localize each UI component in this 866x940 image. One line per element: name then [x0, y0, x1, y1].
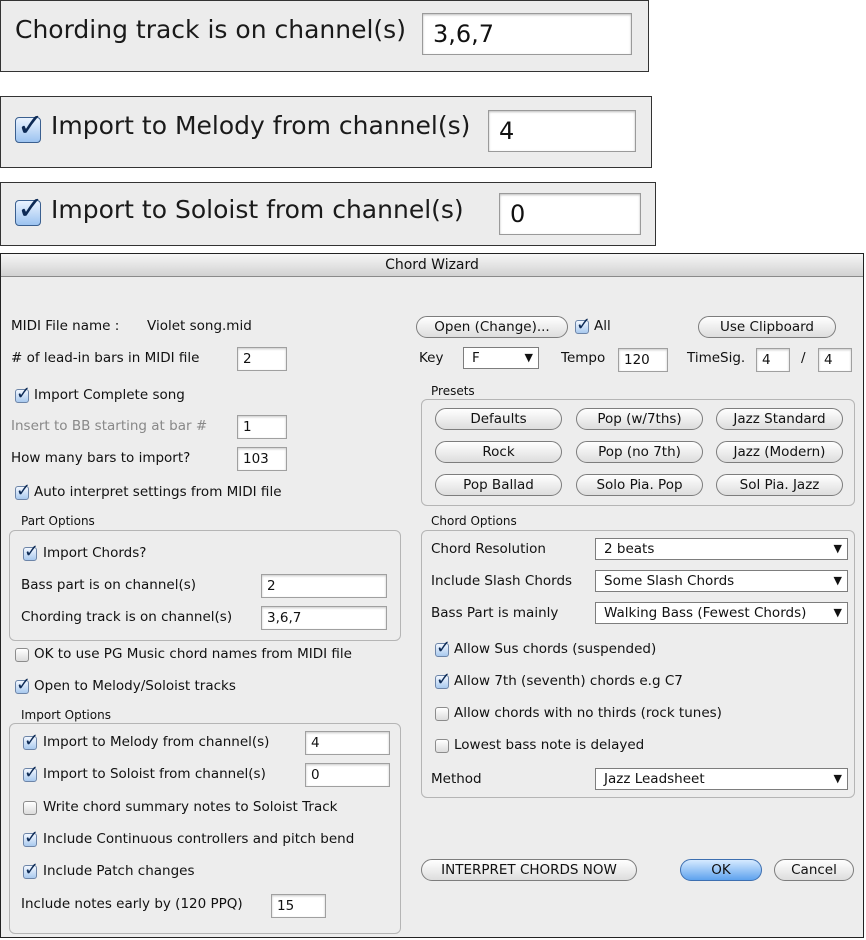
melody-checkbox[interactable]	[23, 730, 39, 751]
ok-pg-label: OK to use PG Music chord names from MIDI…	[34, 646, 352, 662]
sus-label: Allow Sus chords (suspended)	[454, 641, 657, 657]
preset-pop-no7th-button[interactable]: Pop (no 7th)	[576, 441, 703, 463]
melody-label: Import to Melody from channel(s)	[43, 734, 270, 750]
chording-channel-label: Chording track is on channel(s)	[21, 609, 233, 625]
zoom-melody: Import to Melody from channel(s) 4	[0, 96, 652, 168]
preset-sol-pia-jazz-button[interactable]: Sol Pia. Jazz	[716, 474, 843, 496]
timesig-label: TimeSig.	[687, 350, 746, 366]
import-options-title: Import Options	[21, 708, 111, 722]
open-melody-label: Open to Melody/Soloist tracks	[34, 678, 236, 694]
use-clipboard-button[interactable]: Use Clipboard	[698, 316, 836, 338]
key-label: Key	[419, 350, 444, 366]
preset-pop-ballad-button[interactable]: Pop Ballad	[435, 474, 562, 496]
all-label: All	[594, 318, 611, 334]
zoom-melody-field[interactable]: 4	[488, 110, 636, 152]
tempo-input[interactable]: 120	[618, 348, 668, 372]
all-checkbox[interactable]	[575, 314, 591, 335]
preset-pop-7ths-button[interactable]: Pop (w/7ths)	[576, 408, 703, 430]
bass-mainly-select[interactable]: Walking Bass (Fewest Chords)	[595, 602, 848, 624]
soloist-channel-input[interactable]: 0	[305, 763, 390, 787]
patch-label: Include Patch changes	[43, 863, 195, 879]
midi-file-name: Violet song.mid	[147, 318, 252, 334]
continuous-label: Include Continuous controllers and pitch…	[43, 831, 355, 847]
zoom-soloist-field[interactable]: 0	[499, 193, 641, 235]
zoom-chording-label: Chording track is on channel(s)	[15, 15, 406, 44]
import-chords-checkbox[interactable]	[23, 541, 39, 562]
zoom-soloist: Import to Soloist from channel(s) 0	[0, 182, 656, 246]
import-complete-checkbox[interactable]	[15, 383, 31, 404]
cancel-button[interactable]: Cancel	[774, 859, 854, 881]
nothirds-label: Allow chords with no thirds (rock tunes)	[454, 705, 722, 721]
timesig-num-input[interactable]: 4	[756, 348, 790, 372]
lowest-checkbox[interactable]	[435, 739, 449, 753]
lowest-label: Lowest bass note is delayed	[454, 737, 645, 753]
chord-wizard-dialog: Chord Wizard MIDI File name : Violet son…	[0, 253, 864, 938]
preset-jazz-standard-button[interactable]: Jazz Standard	[716, 408, 843, 430]
leadin-label: # of lead-in bars in MIDI file	[11, 350, 200, 366]
resolution-select[interactable]: 2 beats	[595, 538, 848, 560]
insert-bar-input[interactable]: 1	[237, 415, 287, 439]
zoom-soloist-label: Import to Soloist from channel(s)	[51, 195, 464, 224]
continuous-checkbox[interactable]	[23, 827, 39, 848]
zoom-chording-field[interactable]: 3,6,7	[422, 13, 632, 55]
preset-rock-button[interactable]: Rock	[435, 441, 562, 463]
zoom-soloist-checkbox[interactable]	[15, 189, 44, 227]
key-select[interactable]: F	[463, 347, 539, 369]
soloist-checkbox[interactable]	[23, 762, 39, 783]
howmany-label: How many bars to import?	[11, 450, 191, 466]
method-label: Method	[431, 771, 482, 787]
preset-defaults-button[interactable]: Defaults	[435, 408, 562, 430]
nothirds-checkbox[interactable]	[435, 707, 449, 721]
auto-interpret-label: Auto interpret settings from MIDI file	[34, 484, 282, 500]
presets-group: Defaults Pop (w/7ths) Jazz Standard Rock…	[421, 399, 855, 506]
zoom-melody-checkbox[interactable]	[15, 106, 44, 144]
import-options-group: Import to Melody from channel(s) 4 Impor…	[9, 723, 401, 934]
part-options-title: Part Options	[21, 514, 95, 528]
preset-jazz-modern-button[interactable]: Jazz (Modern)	[716, 441, 843, 463]
patch-checkbox[interactable]	[23, 859, 39, 880]
howmany-input[interactable]: 103	[237, 447, 287, 471]
ok-button[interactable]: OK	[680, 859, 762, 881]
interpret-chords-button[interactable]: INTERPRET CHORDS NOW	[421, 859, 637, 881]
import-complete-label: Import Complete song	[34, 387, 185, 403]
seventh-checkbox[interactable]	[435, 669, 451, 690]
seventh-label: Allow 7th (seventh) chords e.g C7	[454, 673, 683, 689]
auto-interpret-checkbox[interactable]	[15, 480, 31, 501]
presets-title: Presets	[431, 384, 475, 398]
soloist-label: Import to Soloist from channel(s)	[43, 766, 266, 782]
bass-channel-input[interactable]: 2	[261, 574, 387, 598]
write-summary-label: Write chord summary notes to Soloist Tra…	[43, 799, 338, 815]
timesig-den-input[interactable]: 4	[818, 348, 852, 372]
part-options-group: Import Chords? Bass part is on channel(s…	[9, 530, 401, 641]
import-chords-label: Import Chords?	[43, 545, 147, 561]
dialog-title: Chord Wizard	[1, 254, 863, 277]
sus-checkbox[interactable]	[435, 637, 451, 658]
slash-select[interactable]: Some Slash Chords	[595, 570, 848, 592]
method-select[interactable]: Jazz Leadsheet	[595, 768, 848, 790]
chord-options-title: Chord Options	[431, 514, 517, 528]
early-label: Include notes early by (120 PPQ)	[21, 896, 243, 912]
bass-channel-label: Bass part is on channel(s)	[21, 577, 197, 593]
open-melody-checkbox[interactable]	[15, 674, 31, 695]
write-summary-checkbox[interactable]	[23, 801, 37, 815]
insert-bar-label: Insert to BB starting at bar #	[11, 418, 208, 434]
resolution-label: Chord Resolution	[431, 541, 546, 557]
melody-channel-input[interactable]: 4	[305, 731, 390, 755]
zoom-melody-label: Import to Melody from channel(s)	[51, 111, 471, 140]
midi-file-label: MIDI File name :	[11, 318, 120, 334]
leadin-input[interactable]: 2	[237, 347, 287, 371]
early-input[interactable]: 15	[271, 894, 326, 918]
open-change-button[interactable]: Open (Change)...	[416, 316, 568, 338]
chord-options-group: Chord Resolution 2 beats Include Slash C…	[421, 530, 855, 798]
chording-channel-input[interactable]: 3,6,7	[261, 606, 387, 630]
bass-mainly-label: Bass Part is mainly	[431, 605, 559, 621]
tempo-label: Tempo	[561, 350, 606, 366]
zoom-chording-track: Chording track is on channel(s) 3,6,7	[0, 0, 649, 72]
ok-pg-checkbox[interactable]	[15, 648, 29, 662]
timesig-separator: /	[801, 350, 806, 366]
preset-solo-pia-pop-button[interactable]: Solo Pia. Pop	[576, 474, 703, 496]
slash-label: Include Slash Chords	[431, 573, 573, 589]
